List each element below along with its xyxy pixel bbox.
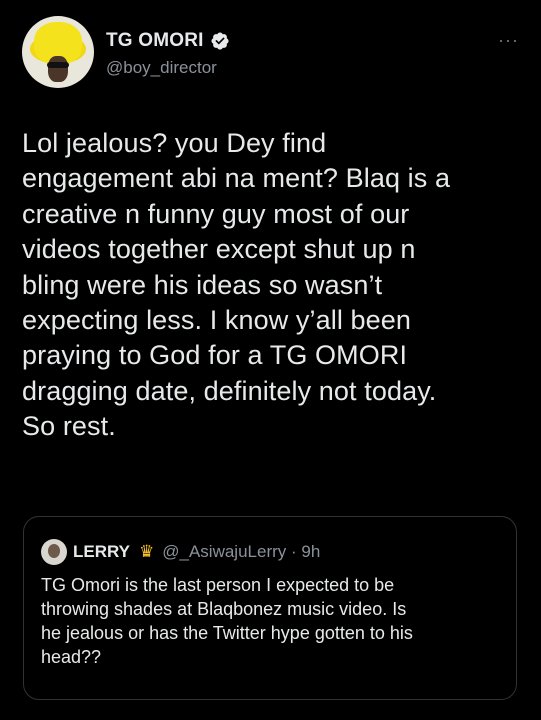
author-name-row[interactable]: TG OMORI: [106, 30, 230, 52]
author-avatar[interactable]: [22, 16, 94, 88]
author-display-name[interactable]: TG OMORI: [106, 30, 204, 52]
crown-icon: ♛: [139, 542, 155, 561]
quoted-author-avatar: [41, 539, 67, 565]
quoted-author-name: LERRY: [73, 542, 130, 561]
quoted-tweet-text: TG Omori is the last person I expected t…: [41, 575, 413, 667]
quoted-author-handle-time: @_AsiwajuLerry · 9h: [162, 542, 321, 561]
author-handle[interactable]: @boy_director: [106, 58, 217, 78]
quoted-tweet[interactable]: LERRY ♛ @_AsiwajuLerry · 9h TG Omori is …: [23, 516, 517, 700]
verified-badge-icon: [210, 31, 230, 51]
quoted-tweet-header: LERRY ♛ @_AsiwajuLerry · 9h: [41, 539, 320, 565]
avatar-glasses: [47, 62, 69, 68]
quoted-avatar-face: [48, 544, 60, 558]
more-options-icon[interactable]: ···: [498, 30, 519, 51]
avatar-face: [48, 56, 68, 82]
tweet-card: TG OMORI @boy_director ··· Lol jealous? …: [0, 0, 541, 720]
tweet-text: Lol jealous? you Dey find engagement abi…: [22, 128, 451, 442]
